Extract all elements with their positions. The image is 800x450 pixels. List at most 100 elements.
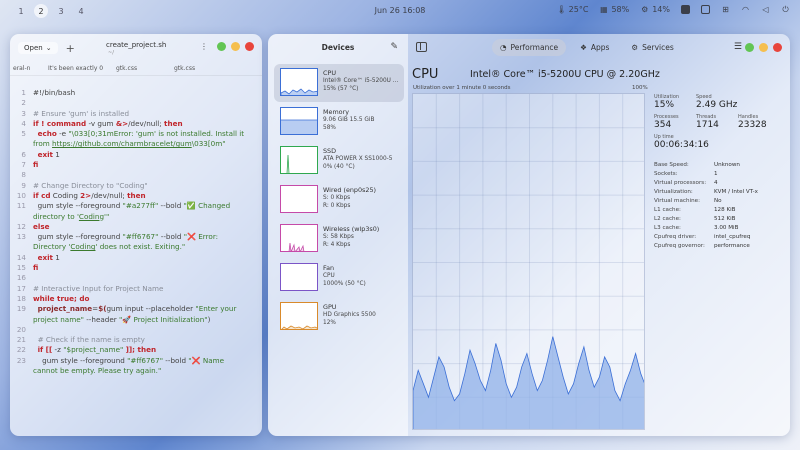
line-number: 5 [21, 129, 26, 139]
device-thumbnail [280, 146, 318, 174]
open-button[interactable]: Open ⌄ [18, 42, 58, 54]
detail-value: No [714, 198, 722, 204]
sidebar-toggle-icon[interactable] [416, 42, 427, 52]
power-icon[interactable]: ⏻ [781, 5, 790, 14]
code-line[interactable]: 7 fi [10, 160, 262, 170]
tab-2[interactable]: It's been exactly 0 [38, 62, 106, 75]
line-number: 9 [21, 180, 26, 190]
code-line[interactable]: 5 echo -e "\033[0;31mError: 'gum' is not… [10, 129, 262, 150]
stat-processes: Processes 354 [654, 114, 696, 130]
device-item-wired[interactable]: Wired (enp0s25) S: 0 Kbps R: 0 Kbps [274, 181, 404, 219]
code-line[interactable]: 8 [10, 170, 262, 180]
detail-row: L2 cache: 512 KiB [654, 216, 784, 225]
device-item-cpu[interactable]: CPU Intel® Core™ i5-5200U ... 15% (57 °C) [274, 64, 404, 102]
grid-icon[interactable]: ⊞ [721, 5, 730, 14]
detail-key: Cpufreq governor: [654, 243, 705, 249]
menu-icon[interactable]: ⋮ [200, 42, 208, 51]
screenshot-icon[interactable] [681, 5, 690, 14]
line-text [33, 98, 245, 108]
services-icon: ⚙ [631, 43, 639, 52]
tab-4[interactable]: gtk.css [164, 62, 234, 75]
minimize-button[interactable] [217, 42, 226, 51]
cpu-utilization-graph [412, 93, 645, 430]
code-line[interactable]: 9 # Change Directory to "Coding" [10, 181, 262, 191]
tab-performance[interactable]: ◔ Performance [492, 39, 567, 56]
device-item-memory[interactable]: Memory 9.06 GiB 15.5 GiB 58% [274, 103, 404, 141]
cpu-indicator[interactable]: ⚙ 14% [640, 5, 670, 14]
top-bar: 1 2 3 4 Jun 26 16:08 🌡 25°C ▦ 58% ⚙ 14% … [0, 0, 800, 24]
line-text: else [33, 221, 50, 231]
device-usage: 12% [323, 320, 336, 326]
line-text: gum style --foreground "#a277ff" --bold … [33, 201, 231, 221]
code-line[interactable]: 6 exit 1 [10, 150, 262, 160]
line-number: 19 [16, 304, 26, 314]
code-line[interactable]: 15 fi [10, 263, 262, 273]
temperature-indicator[interactable]: 🌡 25°C [557, 5, 589, 14]
device-usage: R: 0 Kbps [323, 203, 351, 209]
code-line[interactable]: 22 if [[ -z "$project_name" ]]; then [10, 345, 262, 355]
stat-speed: Speed 2.49 GHz [696, 94, 784, 110]
line-number: 2 [21, 98, 26, 108]
line-number: 8 [21, 170, 26, 180]
chevron-down-icon: ⌄ [45, 44, 52, 52]
line-number: 10 [16, 190, 26, 200]
code-line[interactable]: 18 while true; do [10, 294, 262, 304]
device-item-wireless[interactable]: Wireless (wlp3s0) S: 58 Kbps R: 4 Kbps [274, 220, 404, 258]
line-text: # Interactive Input for Project Name [33, 283, 164, 293]
code-line[interactable]: 17 # Interactive Input for Project Name [10, 284, 262, 294]
device-item-ssd[interactable]: SSD ATA POWER X SS1000-5 0% (40 °C) [274, 142, 404, 180]
tab-services-label: Services [642, 43, 674, 52]
hamburger-menu-icon[interactable]: ☰ [734, 42, 742, 52]
close-button[interactable] [773, 43, 782, 52]
code-view[interactable]: 1 #!/bin/bash 2 3 # Ensure 'gum' is install… [10, 76, 262, 376]
cpu-details: Base Speed: Unknown Sockets: 1 Virtual proce… [654, 162, 784, 252]
maximize-button[interactable] [231, 42, 240, 51]
detail-value: 1 [714, 171, 718, 177]
line-text: if [[ -z "$project_name" ]]; then [37, 345, 157, 355]
device-item-fan[interactable]: Fan CPU 1000% (50 °C) [274, 259, 404, 297]
clipboard-icon[interactable] [701, 5, 710, 14]
code-line[interactable]: 11 gum style --foreground "#a277ff" --bo… [10, 201, 262, 222]
system-monitor-window: Devices ✎ CPU Intel® Core™ i5-5200U ... 15… [268, 34, 790, 436]
code-line[interactable]: 12 else [10, 222, 262, 232]
memory-indicator[interactable]: ▦ 58% [599, 5, 629, 14]
device-thumbnail [280, 224, 318, 252]
code-line[interactable]: 21 # Check if the name is empty [10, 335, 262, 345]
code-line[interactable]: 10 if cd Coding 2>/dev/null; then [10, 191, 262, 201]
maximize-button[interactable] [759, 43, 768, 52]
detail-row: Sockets: 1 [654, 171, 784, 180]
volume-icon[interactable]: ◁ [761, 5, 770, 14]
code-line[interactable]: 4 if ! command -v gum &>/dev/null; then [10, 119, 262, 129]
tab-apps[interactable]: ❖ Apps [572, 39, 617, 56]
code-line[interactable]: 1 #!/bin/bash [10, 88, 262, 98]
code-line[interactable]: 20 [10, 325, 262, 335]
stat-value: 15% [654, 100, 675, 110]
pencil-icon[interactable]: ✎ [390, 42, 398, 52]
tab-services[interactable]: ⚙ Services [623, 39, 681, 56]
tab-performance-label: Performance [510, 43, 559, 52]
code-line[interactable]: 3 # Ensure 'gum' is installed [10, 109, 262, 119]
graph-max-label: 100% [632, 85, 648, 91]
tab-apps-label: Apps [590, 43, 610, 52]
tab-1[interactable]: eral-n [10, 62, 38, 75]
wifi-icon[interactable]: ◠ [741, 5, 750, 14]
code-line[interactable]: 19 project_name=$(gum input --placeholde… [10, 304, 262, 325]
minimize-button[interactable] [745, 43, 754, 52]
detail-key: L3 cache: [654, 225, 681, 231]
code-line[interactable]: 16 [10, 273, 262, 283]
line-text: # Ensure 'gum' is installed [33, 108, 130, 118]
code-line[interactable]: 2 [10, 98, 262, 108]
performance-panel: ◔ Performance ❖ Apps ⚙ Services ☰ CPU In… [408, 34, 790, 436]
code-line[interactable]: 13 gum style --foreground "#ff6767" --bo… [10, 232, 262, 253]
code-line[interactable]: 23 gum style --foreground "#ff6767" --bo… [10, 356, 262, 377]
tab-3[interactable]: gtk.css [106, 62, 164, 75]
detail-key: Virtual processors: [654, 180, 707, 186]
device-detail: S: 58 Kbps [323, 234, 354, 240]
new-tab-button[interactable]: + [66, 42, 75, 55]
detail-key: Virtual machine: [654, 198, 700, 204]
close-button[interactable] [245, 42, 254, 51]
open-label: Open [24, 44, 43, 52]
device-item-gpu[interactable]: GPU HD Graphics 5500 12% [274, 298, 404, 336]
code-line[interactable]: 14 exit 1 [10, 253, 262, 263]
window-controls: ⋮ [200, 42, 254, 51]
